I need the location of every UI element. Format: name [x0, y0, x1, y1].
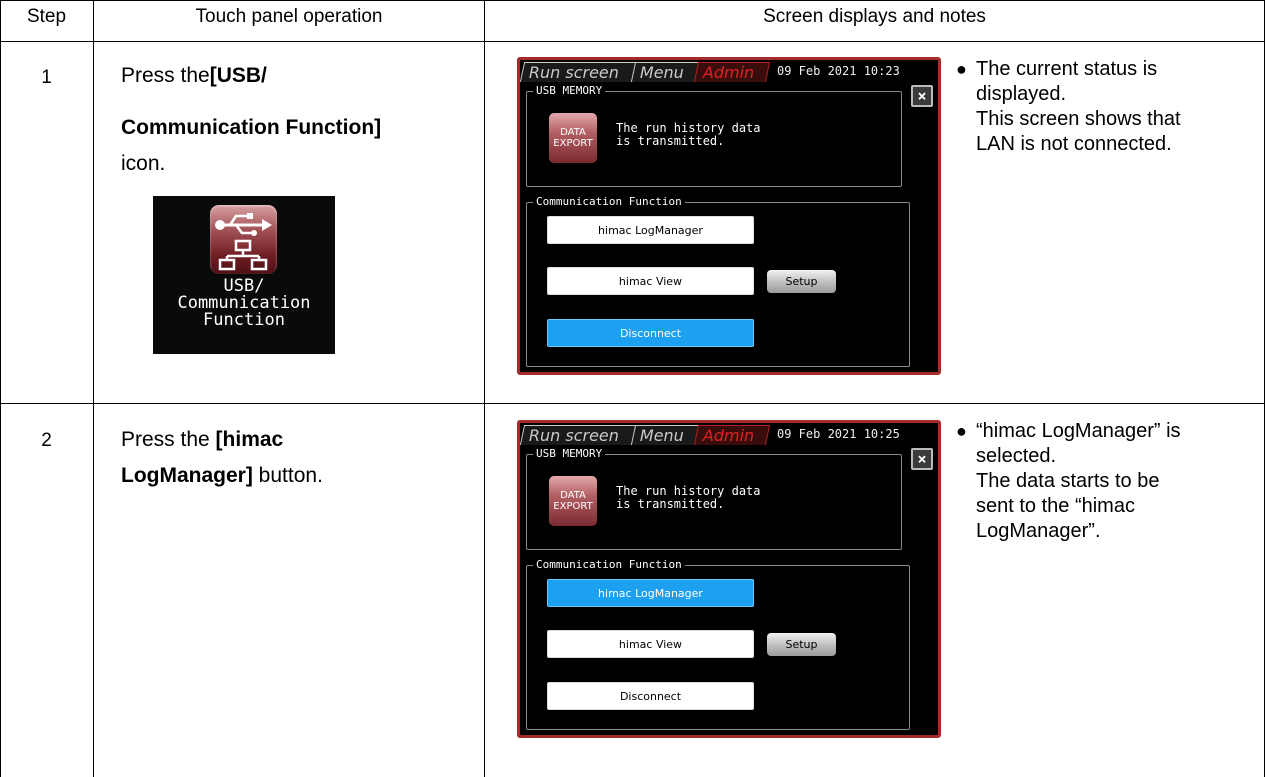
group-title: USB MEMORY: [533, 447, 606, 461]
table-border-top: [0, 0, 1265, 1]
disconnect-button[interactable]: Disconnect: [547, 319, 754, 347]
step-number: 2: [41, 430, 52, 451]
datetime: 09 Feb 2021 10:23: [777, 64, 900, 78]
device-screen-2: Run screen Menu Admin 09 Feb 2021 10:25 …: [517, 420, 941, 738]
op-bold: LogManager]: [121, 464, 253, 487]
table-border-left: [0, 0, 1, 777]
close-button[interactable]: ×: [911, 85, 933, 107]
usb-message: The run history data is transmitted.: [616, 121, 761, 148]
tab-run-screen[interactable]: Run screen: [520, 425, 642, 445]
setup-button[interactable]: Setup: [767, 633, 836, 656]
note-line: The current status is: [976, 58, 1158, 80]
operation-text: Press the [himac LogManager] button.: [121, 420, 323, 496]
himac-view-button[interactable]: himac View: [547, 630, 754, 658]
note-line: LAN is not connected.: [976, 133, 1172, 155]
datetime: 09 Feb 2021 10:25: [777, 427, 900, 441]
tab-admin[interactable]: Admin: [693, 62, 771, 82]
note-line: This screen shows that: [976, 108, 1181, 130]
tab-bar: Run screen Menu Admin 09 Feb 2021 10:23: [520, 60, 938, 84]
disconnect-button[interactable]: Disconnect: [547, 682, 754, 710]
usb-memory-group: USB MEMORY DATA EXPORT The run history d…: [526, 84, 902, 187]
tab-menu[interactable]: Menu: [630, 62, 704, 82]
row-divider: [0, 403, 1265, 404]
usb-memory-group: USB MEMORY DATA EXPORT The run history d…: [526, 447, 902, 550]
note-line: sent to the “himac: [976, 495, 1135, 517]
tab-admin[interactable]: Admin: [693, 425, 771, 445]
group-title: USB MEMORY: [533, 84, 606, 98]
bullet-icon: ●: [956, 421, 967, 441]
caption-line: Function: [203, 310, 285, 330]
himac-logmanager-button[interactable]: himac LogManager: [547, 579, 754, 607]
header-operation: Touch panel operation: [195, 6, 383, 27]
header-step: Step: [26, 6, 67, 27]
device-screen-1: Run screen Menu Admin 09 Feb 2021 10:23 …: [517, 57, 941, 375]
usb-network-icon: [210, 205, 277, 274]
setup-button[interactable]: Setup: [767, 270, 836, 293]
usb-message: The run history data is transmitted.: [616, 484, 761, 511]
group-title: Communication Function: [533, 195, 685, 209]
note-line: displayed.: [976, 83, 1067, 105]
usb-icon-caption: USB/ Communication Function: [153, 278, 335, 329]
op-text: icon.: [121, 152, 166, 175]
usb-communication-function-icon[interactable]: USB/ Communication Function: [153, 196, 335, 354]
tab-menu[interactable]: Menu: [630, 425, 704, 445]
notes: ● “himac LogManager” is selected. The da…: [956, 419, 1181, 544]
tab-run-screen[interactable]: Run screen: [520, 62, 642, 82]
himac-logmanager-button[interactable]: himac LogManager: [547, 216, 754, 244]
note-line: LogManager”.: [976, 520, 1101, 542]
step-number: 1: [41, 67, 52, 88]
data-export-button[interactable]: DATA EXPORT: [549, 113, 597, 163]
header-screen: Screen displays and notes: [763, 6, 986, 27]
group-title: Communication Function: [533, 558, 685, 572]
header-divider: [0, 41, 1265, 42]
op-text: button.: [252, 464, 323, 487]
op-text: Press the: [121, 64, 210, 87]
note-line: selected.: [976, 445, 1057, 467]
op-text: Press the: [121, 428, 216, 451]
note-line: “himac LogManager” is: [976, 420, 1181, 442]
op-bold: Communication Function]: [121, 116, 382, 139]
communication-function-group: Communication Function himac LogManager …: [526, 195, 910, 367]
notes: ● The current status is displayed. This …: [956, 57, 1181, 157]
himac-view-button[interactable]: himac View: [547, 267, 754, 295]
note-line: The data starts to be: [976, 470, 1160, 492]
operation-text: Press the[USB/ Communication Function] i…: [121, 56, 381, 184]
close-button[interactable]: ×: [911, 448, 933, 470]
bullet-icon: ●: [956, 59, 967, 79]
tab-bar: Run screen Menu Admin 09 Feb 2021 10:25: [520, 423, 938, 447]
communication-function-group: Communication Function himac LogManager …: [526, 558, 910, 730]
col-divider-operation: [484, 0, 485, 777]
op-bold: [himac: [215, 428, 284, 451]
op-bold: [USB/: [209, 64, 267, 87]
data-export-button[interactable]: DATA EXPORT: [549, 476, 597, 526]
col-divider-step: [93, 0, 94, 777]
